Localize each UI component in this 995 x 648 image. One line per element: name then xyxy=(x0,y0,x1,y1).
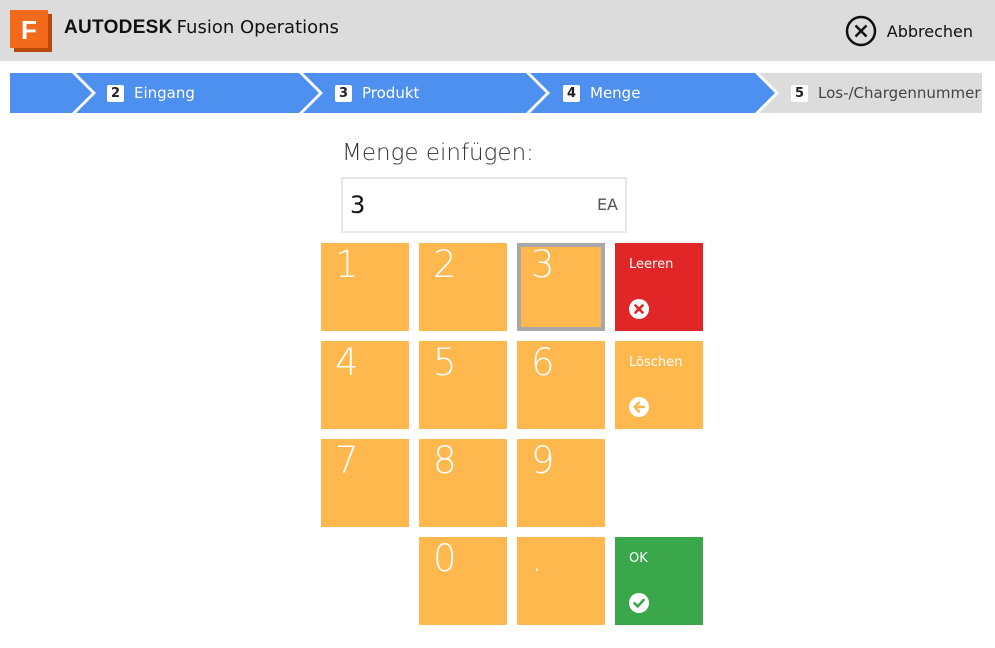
step-number: 3 xyxy=(335,84,352,102)
key-decimal[interactable]: . xyxy=(517,537,605,625)
key-digit: 8 xyxy=(433,439,457,482)
cancel-button[interactable]: Abbrechen xyxy=(845,15,973,47)
key-digit: 5 xyxy=(433,341,457,384)
step-produkt[interactable]: 3 Produkt xyxy=(335,73,419,113)
key-2[interactable]: 2 xyxy=(419,243,507,331)
clear-label: Leeren xyxy=(629,257,674,272)
step-number: 2 xyxy=(107,84,124,102)
step-label: Los-/Chargennummer xyxy=(818,84,981,102)
cancel-label: Abbrechen xyxy=(886,21,973,41)
close-circle-icon xyxy=(845,15,876,47)
step-menge[interactable]: 4 Menge xyxy=(563,73,640,113)
key-digit: . xyxy=(531,537,543,580)
key-digit: 1 xyxy=(335,243,359,286)
wizard-stepper: 2 Eingang 3 Produkt 4 Menge 5 Los-/Charg… xyxy=(10,73,982,113)
key-4[interactable]: 4 xyxy=(321,341,409,429)
clear-button[interactable]: Leeren xyxy=(615,243,703,331)
brand-name: AUTODESK xyxy=(64,17,173,38)
step-number: 5 xyxy=(791,84,808,102)
quantity-value: 3 xyxy=(350,191,366,219)
svg-text:F: F xyxy=(21,15,37,45)
quantity-unit: EA xyxy=(596,195,618,214)
key-digit: 4 xyxy=(335,341,359,384)
key-digit: 3 xyxy=(531,243,555,286)
arrow-left-circle-icon xyxy=(629,397,649,417)
key-digit: 9 xyxy=(531,439,555,482)
app-title: AUTODESK Fusion Operations xyxy=(64,16,339,40)
key-1[interactable]: 1 xyxy=(321,243,409,331)
delete-button[interactable]: Löschen xyxy=(615,341,703,429)
key-digit: 6 xyxy=(531,341,555,384)
key-digit: 2 xyxy=(433,243,457,286)
key-6[interactable]: 6 xyxy=(517,341,605,429)
key-digit: 0 xyxy=(433,537,457,580)
key-3[interactable]: 3 xyxy=(517,243,605,331)
delete-label: Löschen xyxy=(629,355,683,370)
key-8[interactable]: 8 xyxy=(419,439,507,527)
product-name: Fusion Operations xyxy=(176,17,339,38)
step-label: Produkt xyxy=(362,84,420,102)
key-digit: 7 xyxy=(335,439,359,482)
fusion-logo-icon: F xyxy=(10,10,52,52)
ok-label: OK xyxy=(629,551,648,566)
app-header: F AUTODESK Fusion Operations Abbrechen xyxy=(0,0,995,61)
step-label: Eingang xyxy=(134,84,195,102)
step-label: Menge xyxy=(590,84,641,102)
quantity-input[interactable]: 3 EA xyxy=(341,177,627,233)
clear-x-circle-icon xyxy=(629,299,649,319)
step-los-chargennummer[interactable]: 5 Los-/Chargennummer xyxy=(791,73,981,113)
key-7[interactable]: 7 xyxy=(321,439,409,527)
step-eingang[interactable]: 2 Eingang xyxy=(107,73,195,113)
key-5[interactable]: 5 xyxy=(419,341,507,429)
quantity-title: Menge einfügen: xyxy=(342,140,534,166)
check-circle-icon xyxy=(629,593,649,613)
key-9[interactable]: 9 xyxy=(517,439,605,527)
step-number: 4 xyxy=(563,84,580,102)
ok-button[interactable]: OK xyxy=(615,537,703,625)
key-0[interactable]: 0 xyxy=(419,537,507,625)
